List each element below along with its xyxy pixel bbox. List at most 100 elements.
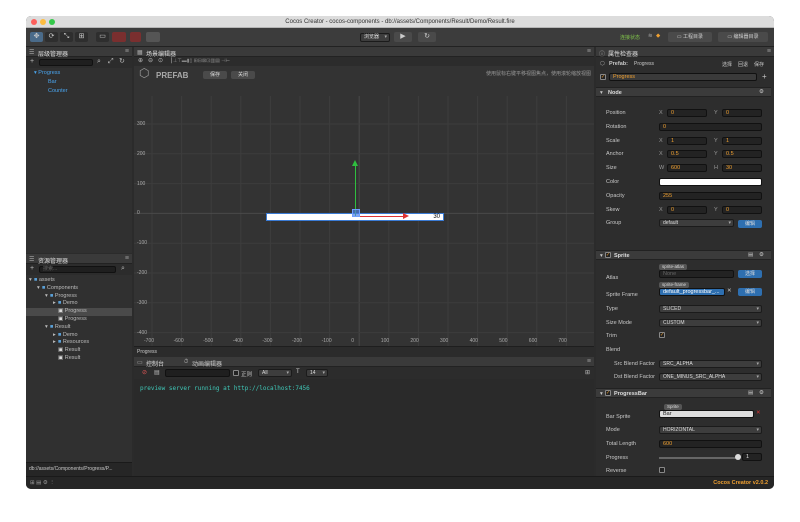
clear-icon[interactable]: ✕: [727, 288, 732, 294]
reverse-checkbox[interactable]: [659, 467, 665, 473]
panel-menu-icon[interactable]: ≡: [587, 358, 591, 365]
gizmo-toggle-button[interactable]: [130, 32, 141, 42]
rotate-tool-button[interactable]: ⟳: [45, 32, 58, 42]
opacity-input[interactable]: 255: [659, 192, 762, 200]
position-x-input[interactable]: 0: [667, 109, 707, 117]
hierarchy-item-counter[interactable]: Counter: [48, 88, 68, 94]
total_length-input[interactable]: 600: [659, 440, 762, 448]
progressbar-enabled-checkbox[interactable]: ✓: [605, 390, 611, 396]
color-swatch[interactable]: [659, 178, 762, 186]
project-folder-button[interactable]: ▭ 工程目录: [668, 32, 712, 42]
open-log-icon[interactable]: ▤: [154, 369, 160, 377]
console-filter-input[interactable]: [165, 369, 230, 377]
local-toggle-button[interactable]: ▭: [96, 32, 109, 42]
hierarchy-item-progress[interactable]: ▾ Progress: [34, 70, 60, 76]
panel-menu-icon[interactable]: ≡: [587, 48, 591, 55]
mode-select[interactable]: HORIZONTAL: [659, 426, 762, 434]
pivot-toggle-button[interactable]: [112, 32, 126, 42]
move-tool-button[interactable]: ✥: [30, 32, 43, 42]
asset-item[interactable]: ▣ Progress: [26, 316, 132, 324]
progress-input[interactable]: 1: [742, 453, 762, 461]
add-icon[interactable]: +: [30, 58, 34, 66]
rect-tool-button[interactable]: ⊞: [75, 32, 88, 42]
rotation-input[interactable]: 0: [659, 123, 762, 131]
node-name-input[interactable]: Progress: [609, 73, 757, 81]
collapse-log-icon[interactable]: ⊞: [585, 369, 590, 377]
play-button[interactable]: ▶: [394, 32, 412, 42]
position-y-input[interactable]: 0: [722, 109, 762, 117]
panel-menu-icon[interactable]: ≡: [767, 48, 771, 55]
prefab-save-button[interactable]: 保存: [754, 61, 764, 68]
asset-item[interactable]: ▾ ■ Components: [26, 285, 132, 293]
prefab-close-button[interactable]: 关闭: [231, 71, 255, 79]
refresh-icon[interactable]: ↻: [119, 58, 125, 66]
src-blend-select[interactable]: SRC_ALPHA: [659, 360, 762, 368]
scale-x-input[interactable]: 1: [667, 137, 707, 145]
snap-toggle-button[interactable]: [146, 32, 160, 42]
node-section-header[interactable]: ▾ Node ⚙: [596, 87, 771, 97]
add-component-icon[interactable]: +: [762, 72, 767, 81]
bar-sprite-input[interactable]: Bar: [659, 410, 754, 418]
asset-item[interactable]: ▸ ■ Demo: [26, 300, 132, 308]
gizmo-y-arrow-icon[interactable]: [352, 160, 358, 166]
font-size-select[interactable]: 14: [306, 369, 328, 377]
clear-console-icon[interactable]: ⊘: [142, 369, 147, 377]
gear-icon[interactable]: ⚙: [759, 390, 764, 396]
asset-item[interactable]: ▣ Progress: [26, 308, 132, 316]
zoom-in-icon[interactable]: ⊕: [138, 57, 143, 65]
preview-target-select[interactable]: 浏览器: [360, 33, 390, 42]
add-icon[interactable]: +: [30, 265, 34, 273]
size-h-input[interactable]: 30: [722, 164, 762, 172]
search-icon[interactable]: ⌕: [97, 58, 101, 66]
notice-icon[interactable]: ◆: [656, 33, 660, 39]
gear-icon[interactable]: ⚙: [759, 252, 764, 258]
edit-group-button[interactable]: 编辑: [738, 220, 762, 228]
scene-viewport[interactable]: ⬡ PREFAB 保存 关闭 使用鼠标右键平移视图焦点，使用滚轮缩放视图 -70…: [134, 66, 594, 346]
asset-item[interactable]: ▣ Result: [26, 355, 132, 363]
panel-menu-icon[interactable]: ≡: [125, 48, 129, 55]
gizmo-x-arrow-icon[interactable]: [403, 213, 409, 219]
gizmo-x-axis[interactable]: [356, 216, 404, 217]
progressbar-section-header[interactable]: ▾ ✓ ProgressBar ▤ ⚙: [596, 388, 771, 398]
asset-item[interactable]: ▾ ■ assets: [26, 277, 132, 285]
gizmo-center-handle[interactable]: [352, 209, 360, 217]
atlas-input[interactable]: None: [659, 270, 734, 278]
panel-menu-icon[interactable]: ≡: [125, 255, 129, 262]
skew-x-input[interactable]: 0: [667, 206, 707, 214]
gear-icon[interactable]: ⚙: [759, 89, 764, 95]
asset-item[interactable]: ▸ ■ Demo: [26, 332, 132, 340]
regex-checkbox[interactable]: ✓: [233, 370, 239, 376]
prefab-select-button[interactable]: 选择: [722, 61, 732, 68]
anchor-y-input[interactable]: 0.5: [722, 150, 762, 158]
asset-item[interactable]: ▣ Result: [26, 347, 132, 355]
sprite-enabled-checkbox[interactable]: ✓: [605, 252, 611, 258]
align-tools-icon[interactable]: ┃⊥⊤▬▮▯ ⊞⊟⊠⊡▥▤ ⊣⊢: [170, 57, 230, 65]
asset-item[interactable]: ▸ ■ Resources: [26, 339, 132, 347]
size_mode-select[interactable]: CUSTOM: [659, 319, 762, 327]
search-icon[interactable]: ⌕: [121, 265, 125, 273]
scale-y-input[interactable]: 1: [722, 137, 762, 145]
sprite-frame-edit-button[interactable]: 编辑: [738, 288, 762, 296]
assets-search-input[interactable]: 搜索...: [39, 266, 116, 273]
asset-item[interactable]: ▾ ■ Result: [26, 324, 132, 332]
sprite-section-header[interactable]: ▾ ✓ Sprite ▤ ⚙: [596, 250, 771, 260]
node-active-checkbox[interactable]: ✓: [600, 74, 606, 80]
progress-slider-track[interactable]: [659, 457, 737, 459]
zoom-reset-icon[interactable]: ⊙: [158, 57, 163, 65]
dst-blend-select[interactable]: ONE_MINUS_SRC_ALPHA: [659, 373, 762, 381]
type-select[interactable]: SLICED: [659, 305, 762, 313]
hierarchy-search-input[interactable]: [39, 59, 93, 66]
anchor-x-input[interactable]: 0.5: [667, 150, 707, 158]
prefab-save-button[interactable]: 保存: [203, 71, 227, 79]
asset-item[interactable]: ▾ ■ Progress: [26, 293, 132, 301]
sprite-frame-input[interactable]: default_progressbar_...: [659, 288, 725, 296]
prefab-revert-button[interactable]: 回退: [738, 61, 748, 68]
refresh-button[interactable]: ↻: [418, 32, 436, 42]
size-w-input[interactable]: 600: [667, 164, 707, 172]
skew-y-input[interactable]: 0: [722, 206, 762, 214]
clear-icon[interactable]: ✕: [756, 410, 761, 416]
book-icon[interactable]: ▤: [748, 252, 753, 258]
book-icon[interactable]: ▤: [748, 390, 753, 396]
progress-slider-handle[interactable]: [735, 454, 741, 460]
trim-checkbox[interactable]: ✓: [659, 332, 665, 338]
